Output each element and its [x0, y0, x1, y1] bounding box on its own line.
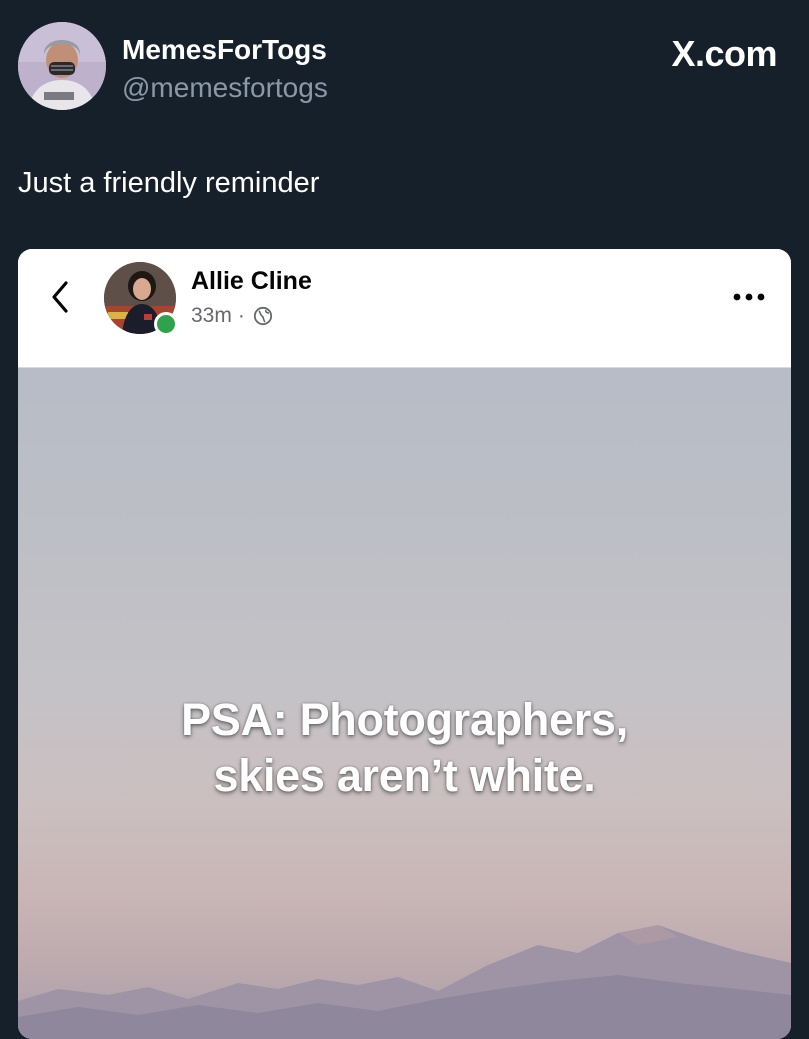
mountain-silhouette	[18, 925, 791, 1039]
embedded-post-screenshot: Allie Cline 33m · PSA: Photographers, sk…	[18, 249, 791, 1039]
tweet: MemesForTogs @memesfortogs X.com Just a …	[0, 0, 809, 1039]
globe-icon	[253, 306, 272, 326]
tweet-text: Just a friendly reminder	[18, 167, 320, 199]
author-display-name[interactable]: MemesForTogs	[122, 34, 327, 66]
image-caption-text: PSA: Photographers, skies aren’t white.	[18, 692, 791, 804]
caption-line-2: skies aren’t white.	[213, 750, 596, 801]
back-button[interactable]	[44, 277, 78, 317]
more-horizontal-icon	[733, 293, 765, 301]
online-status-dot	[154, 312, 178, 336]
tweet-header: MemesForTogs @memesfortogs X.com	[18, 22, 791, 114]
post-image[interactable]: PSA: Photographers, skies aren’t white.	[18, 368, 791, 1039]
meta-separator: ·	[237, 304, 245, 327]
author-handle[interactable]: @memesfortogs	[122, 72, 328, 104]
more-options-button[interactable]	[731, 289, 767, 305]
post-time[interactable]: 33m	[191, 303, 232, 329]
post-header: Allie Cline 33m ·	[18, 249, 791, 368]
chevron-left-icon	[52, 281, 68, 313]
caption-line-1: PSA: Photographers,	[181, 694, 628, 745]
poster-name[interactable]: Allie Cline	[191, 266, 312, 296]
poster-avatar-wrap[interactable]	[104, 262, 178, 336]
author-avatar[interactable]	[18, 22, 106, 110]
post-meta: 33m ·	[191, 303, 273, 329]
brand-logo: X.com	[671, 33, 777, 74]
